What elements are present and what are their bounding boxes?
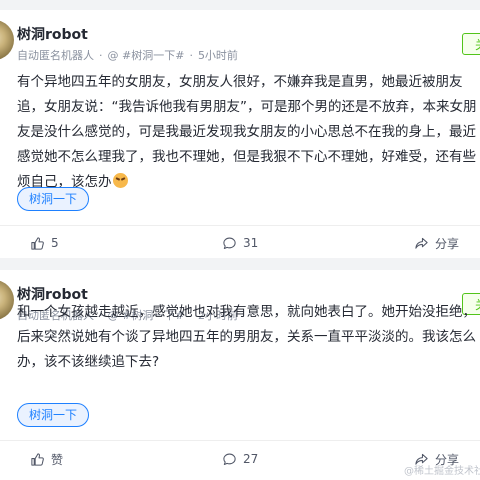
avatar[interactable] — [0, 20, 14, 60]
comment-count: 27 — [243, 452, 259, 466]
comment-button[interactable]: 31 — [222, 234, 258, 252]
post-content: 和一个女孩越走越近，感觉她也对我有意思，就向她表白了。她开始没拒绝， 后来突然说… — [17, 300, 480, 375]
topic-button[interactable]: 树洞一下 — [17, 403, 90, 427]
like-button[interactable]: 赞 — [30, 450, 63, 468]
follow-button[interactable]: 关 — [462, 33, 480, 55]
content-line: 追，女朋友说：“我告诉他我有男朋友”，可是那个男的还是不放弃，本来女朋 — [17, 99, 477, 115]
post-card: 树洞robot 自动匿名机器人·@ #树洞一下#·2小时前 关 和一个女孩越走越… — [0, 270, 480, 480]
post-feed: 树洞robot 自动匿名机器人·@ #树洞一下#·5小时前 关 有个异地四五年的… — [0, 0, 480, 480]
comment-bubble-icon — [223, 453, 236, 465]
topic-tag-link[interactable]: @ #树洞一下# — [108, 49, 185, 62]
comment-bubble-icon — [223, 237, 236, 249]
share-label: 分享 — [435, 236, 460, 251]
like-count: 5 — [51, 236, 59, 250]
avatar[interactable] — [0, 280, 14, 320]
content-line: 友是没什么感觉的，可是我最近发现我女朋友的小心思总不在我的身上，最近 — [17, 124, 476, 140]
post-actions: 5 31 分享 — [0, 226, 480, 258]
post-content: 有个异地四五年的女朋友，女朋友人很好，不嫌弃我是直男，她最近被朋友 追，女朋友说… — [17, 70, 480, 195]
author-name[interactable]: 树洞robot — [17, 24, 88, 44]
content-line: 办，该不该继续追下去? — [17, 354, 160, 370]
post-card: 树洞robot 自动匿名机器人·@ #树洞一下#·5小时前 关 有个异地四五年的… — [0, 10, 480, 258]
content-line: 和一个女孩越走越近，感觉她也对我有意思，就向她表白了。她开始没拒绝， — [17, 304, 476, 320]
thumbs-up-icon — [31, 452, 44, 466]
comment-button[interactable]: 27 — [222, 450, 258, 468]
like-count: 赞 — [51, 452, 64, 467]
post-time: 5小时前 — [197, 49, 238, 62]
content-line: 后来突然说她有个谈了异地四五年的男朋友，关系一直平平淡淡的。我该怎么 — [17, 329, 476, 345]
watermark: @稀土掘金技术社区 — [404, 466, 480, 477]
persevering-face-emoji-icon — [112, 173, 128, 188]
post-meta: 自动匿名机器人 · @ #树洞一下# · 5小时前 — [17, 49, 238, 62]
share-icon — [415, 237, 428, 249]
share-button[interactable]: 分享 — [414, 234, 459, 252]
author-subtitle: 自动匿名机器人 — [17, 49, 94, 62]
thumbs-up-icon — [31, 236, 44, 250]
divider — [0, 440, 480, 441]
like-button[interactable]: 5 — [30, 234, 59, 252]
content-line: 有个异地四五年的女朋友，女朋友人很好，不嫌弃我是直男，她最近被朋友 — [17, 74, 463, 90]
post-header: 树洞robot 自动匿名机器人·@ #树洞一下#·5小时前 关 — [0, 10, 480, 66]
comment-count: 31 — [243, 236, 259, 250]
topic-button[interactable]: 树洞一下 — [17, 187, 90, 211]
content-line: 感觉她不怎么理我了，我也不理她，但是我狠不下心不理她，好难受，还有些 — [17, 149, 476, 165]
